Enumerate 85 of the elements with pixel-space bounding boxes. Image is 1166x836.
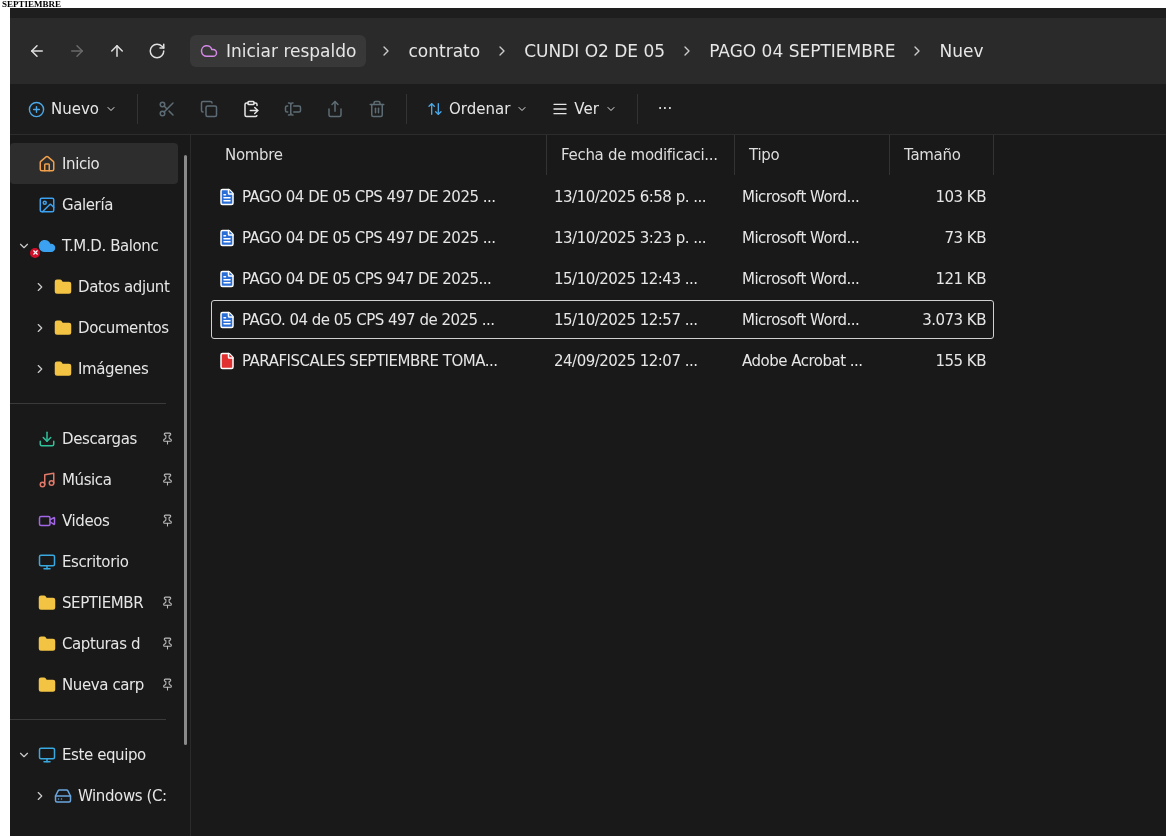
- date-cell-text: 24/09/2025 12:07 ...: [553, 350, 699, 372]
- page-heading: SEPTIEMBRE: [1, 0, 62, 8]
- sidebar-item[interactable]: Documentos: [10, 307, 178, 348]
- breadcrumb[interactable]: contrato: [406, 37, 483, 65]
- type-cell-text: Microsoft Word...: [741, 309, 861, 331]
- sidebar-item[interactable]: Inicio: [10, 143, 178, 184]
- folder-icon: [54, 277, 72, 296]
- plus-icon: [28, 100, 45, 118]
- document-icon: [218, 310, 236, 329]
- column-header[interactable]: Fecha de modificaci...: [547, 135, 735, 175]
- date-cell-text: 13/10/2025 6:58 p. ...: [553, 186, 708, 208]
- size-cell-text: 121 KB: [934, 268, 987, 290]
- home-icon: [38, 154, 56, 173]
- breadcrumb[interactable]: CUNDI O2 DE 05: [522, 37, 668, 65]
- sidebar-item[interactable]: Descargas: [10, 418, 178, 459]
- copy-icon: [200, 100, 218, 118]
- scrollbar[interactable]: [184, 155, 187, 745]
- file-name-text: PAGO 04 DE 05 CPS 497 DE 2025 ...: [242, 228, 496, 247]
- column-header[interactable]: Tamaño: [890, 135, 994, 175]
- column-header[interactable]: Tipo: [735, 135, 890, 175]
- arrow-icon: [68, 42, 86, 60]
- refresh-icon: [148, 42, 166, 60]
- folder-icon: [54, 359, 72, 378]
- sort-button[interactable]: Ordenar: [417, 91, 539, 127]
- sidebar-item[interactable]: Capturas d: [10, 623, 178, 664]
- column-header[interactable]: Nombre: [211, 135, 547, 175]
- date-cell-text: 15/10/2025 12:43 ...: [553, 268, 699, 290]
- sidebar-item[interactable]: Música: [10, 459, 178, 500]
- size-cell-text: 103 KB: [934, 186, 987, 208]
- more-button[interactable]: ···: [647, 91, 683, 127]
- size-cell-text: 155 KB: [934, 350, 987, 372]
- sidebar-item[interactable]: Windows (C:: [10, 775, 178, 816]
- trash-icon: [368, 100, 386, 118]
- file-name-text: PAGO 04 DE 05 CPS 497 DE 2025 ...: [242, 187, 496, 206]
- clipboard-icon: [242, 100, 260, 118]
- download-icon: [38, 429, 56, 448]
- desktop-icon: [38, 552, 56, 571]
- sidebar-item[interactable]: Videos: [10, 500, 178, 541]
- file-row[interactable]: PAGO 04 DE 05 CPS 497 DE 2025 ... 13/10/2025 3:23 p. ... Microsoft Word... 73 KB: [211, 218, 994, 257]
- date-cell-text: 15/10/2025 12:57 ...: [553, 309, 699, 331]
- rename-icon: [284, 100, 302, 118]
- file-row[interactable]: PAGO 04 DE 05 CPS 497 DE 2025 ... 13/10/2025 6:58 p. ... Microsoft Word... 103 KB: [211, 177, 994, 216]
- file-row[interactable]: PAGO. 04 de 05 CPS 497 de 2025 ... 15/10/2025 12:57 ... Microsoft Word... 3.073 KB: [211, 300, 994, 339]
- folder-icon: [38, 634, 56, 653]
- lines-icon: [552, 101, 569, 117]
- file-row[interactable]: PARAFISCALES SEPTIEMBRE TOMA... 24/09/2025 12:07 ... Adobe Acrobat ... 155 KB: [211, 341, 994, 380]
- sidebar-item[interactable]: Galería: [10, 184, 178, 225]
- sidebar-item[interactable]: Datos adjunt: [10, 266, 178, 307]
- document-icon: [218, 187, 236, 206]
- sidebar-item[interactable]: Nueva carp: [10, 664, 178, 705]
- sidebar-item[interactable]: SEPTIEMBR: [10, 582, 178, 623]
- type-cell-text: Microsoft Word...: [741, 268, 861, 290]
- size-cell-text: 3.073 KB: [921, 309, 987, 331]
- file-name-text: PAGO 04 DE 05 CPS 947 DE 2025...: [242, 269, 492, 288]
- sidebar-item[interactable]: Imágenes: [10, 348, 178, 389]
- document-icon: [218, 269, 236, 288]
- gallery-icon: [38, 195, 56, 214]
- type-cell-text: Adobe Acrobat ...: [741, 350, 864, 372]
- file-name-text: PARAFISCALES SEPTIEMBRE TOMA...: [242, 351, 498, 370]
- date-cell-text: 13/10/2025 3:23 p. ...: [553, 227, 708, 249]
- document-icon: [218, 228, 236, 247]
- drive-icon: [54, 786, 72, 805]
- new-button[interactable]: Nuevo: [18, 91, 127, 127]
- scissors-icon: [158, 100, 176, 118]
- file-name-text: PAGO. 04 de 05 CPS 497 de 2025 ...: [242, 310, 495, 329]
- type-cell-text: Microsoft Word...: [741, 186, 861, 208]
- sort-icon: [427, 101, 443, 117]
- sidebar-item[interactable]: Este equipo: [10, 734, 178, 775]
- music-icon: [38, 470, 56, 489]
- backup-button[interactable]: Iniciar respaldo: [190, 35, 367, 67]
- breadcrumb[interactable]: Nuev: [937, 37, 986, 65]
- breadcrumb[interactable]: PAGO 04 SEPTIEMBRE: [707, 37, 898, 65]
- folder-icon: [38, 593, 56, 612]
- size-cell-text: 73 KB: [943, 227, 987, 249]
- view-button[interactable]: Ver: [542, 91, 627, 127]
- folder-icon: [54, 318, 72, 337]
- computer-icon: [38, 745, 56, 764]
- share-icon: [326, 100, 344, 118]
- cloud-icon: [200, 42, 218, 60]
- type-cell-text: Microsoft Word...: [741, 227, 861, 249]
- sidebar-item[interactable]: T.M.D. Balonc: [10, 225, 178, 266]
- sidebar-item[interactable]: Escritorio: [10, 541, 178, 582]
- pdf-file-icon: [218, 351, 236, 370]
- folder-icon: [38, 675, 56, 694]
- file-row[interactable]: PAGO 04 DE 05 CPS 947 DE 2025... 15/10/2025 12:43 ... Microsoft Word... 121 KB: [211, 259, 994, 298]
